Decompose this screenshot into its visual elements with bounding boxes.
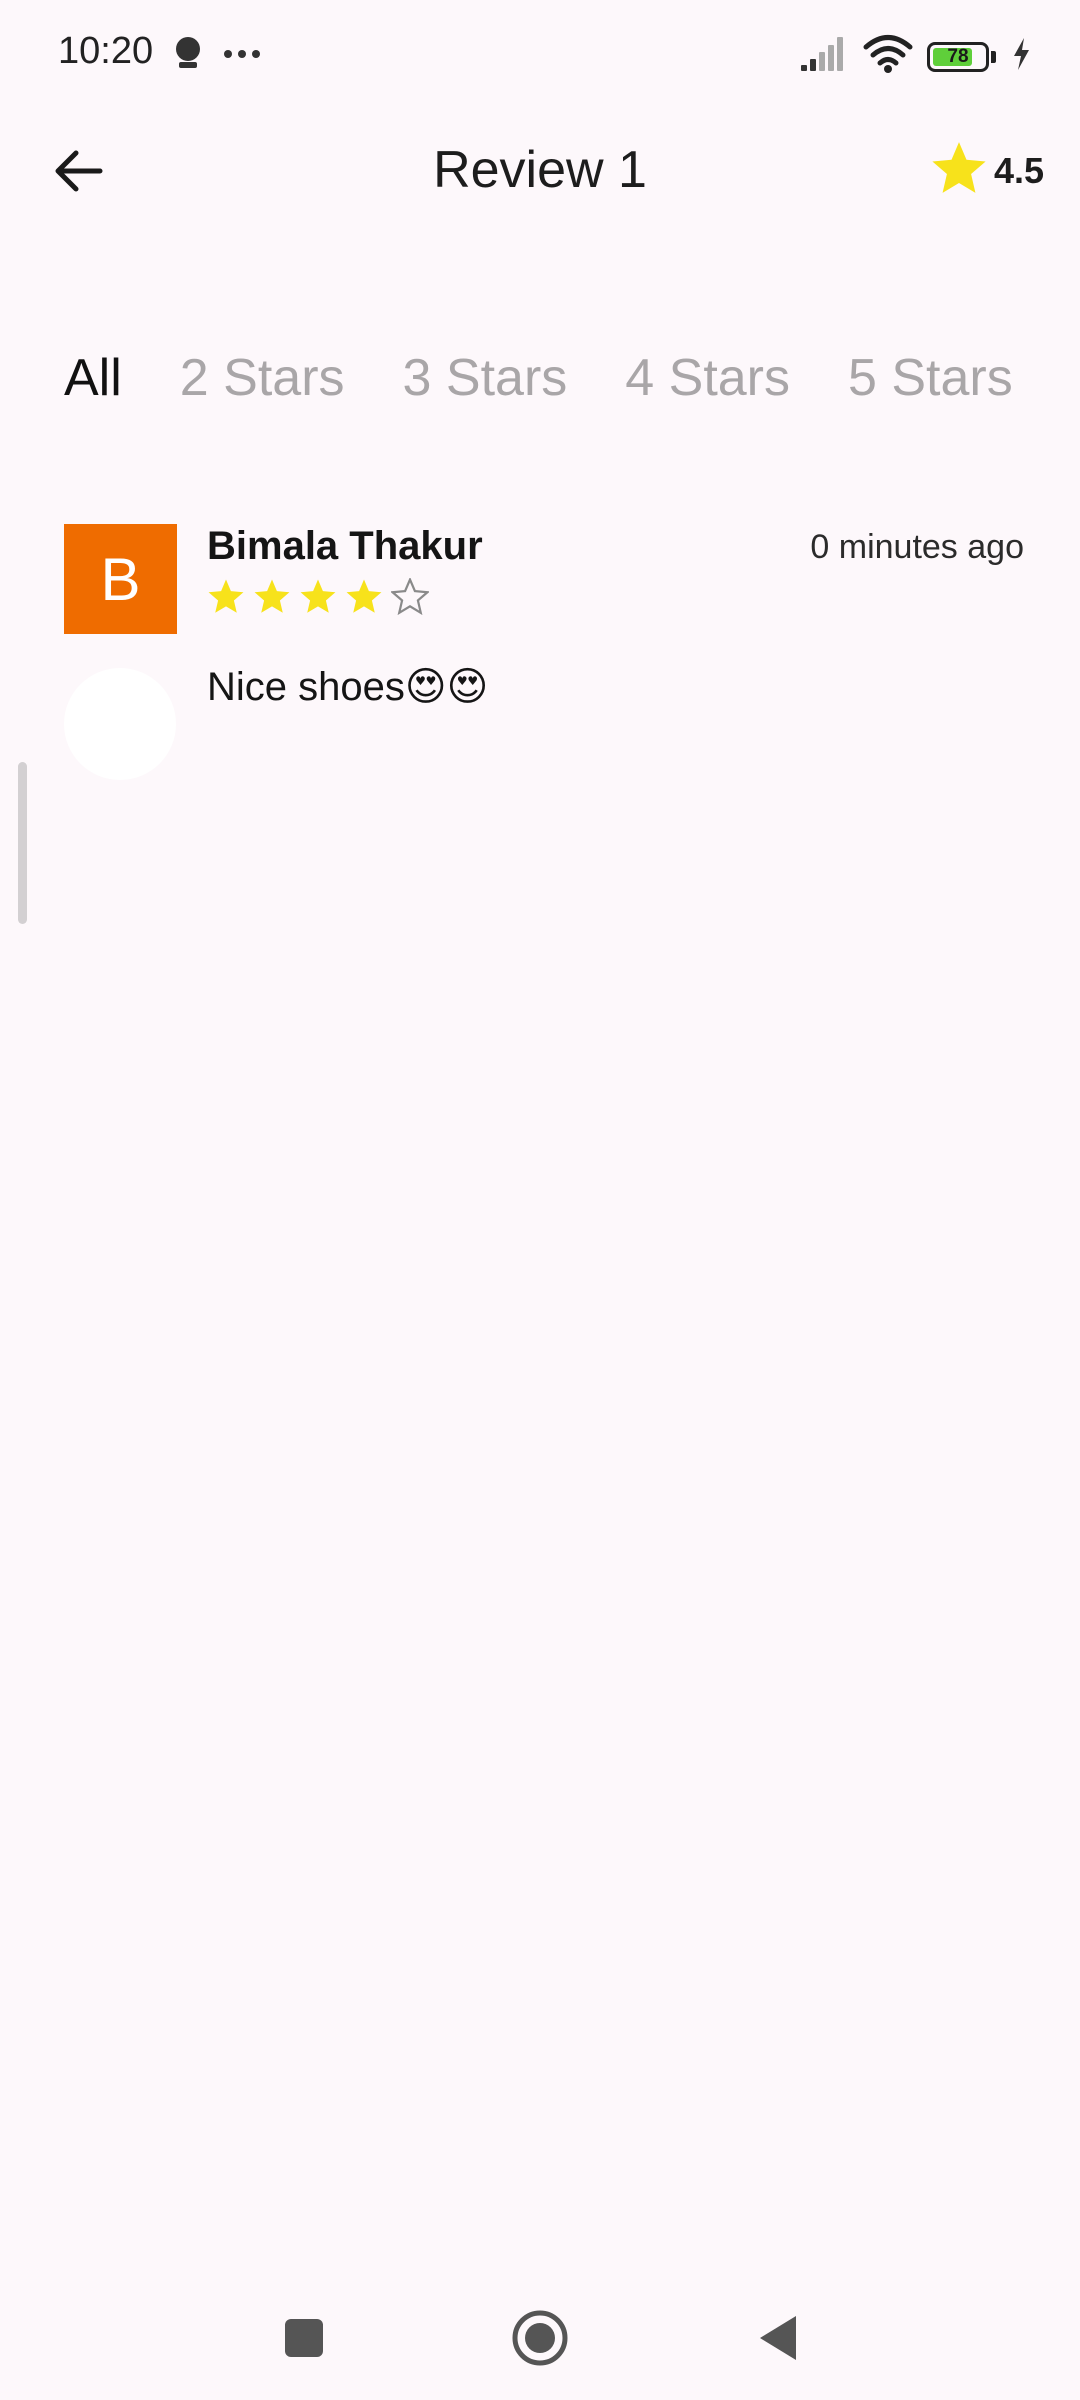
review-stars xyxy=(207,578,429,615)
tab-2-stars[interactable]: 2 Stars xyxy=(180,348,345,408)
circle-icon xyxy=(511,2309,569,2372)
star-filled-icon xyxy=(208,579,244,613)
battery-level: 78 xyxy=(947,45,969,67)
triangle-back-icon xyxy=(756,2314,800,2367)
overall-rating: 4.5 xyxy=(930,140,1044,201)
avatar: B xyxy=(64,524,177,634)
screen: 10:20 78 Review 1 4.5 All 2 Stars 3 Star… xyxy=(0,0,1080,2400)
tab-5-stars[interactable]: 5 Stars xyxy=(848,348,1013,408)
status-bar: 10:20 78 xyxy=(0,0,1080,110)
square-icon xyxy=(284,2318,324,2363)
nav-back-button[interactable] xyxy=(748,2310,808,2370)
page-title: Review 1 xyxy=(433,141,647,199)
home-button[interactable] xyxy=(510,2310,570,2370)
status-time: 10:20 xyxy=(58,30,154,72)
more-notifications-icon xyxy=(222,34,262,79)
charging-icon xyxy=(1010,36,1032,77)
star-filled-icon xyxy=(346,579,382,613)
tab-all[interactable]: All xyxy=(64,348,122,408)
notification-icon xyxy=(170,34,206,79)
star-icon xyxy=(930,140,988,201)
avatar-placeholder xyxy=(64,668,176,780)
review-time: 0 minutes ago xyxy=(810,528,1024,566)
review-text: Nice shoes😍😍 xyxy=(207,665,489,709)
tab-3-stars[interactable]: 3 Stars xyxy=(403,348,568,408)
wifi-icon xyxy=(863,34,913,79)
rating-filter-tabs: All 2 Stars 3 Stars 4 Stars 5 Stars xyxy=(64,348,1013,408)
battery-icon: 78 xyxy=(927,41,989,72)
reviewer-name: Bimala Thakur xyxy=(207,524,483,568)
star-filled-icon xyxy=(300,579,336,613)
rating-value: 4.5 xyxy=(993,149,1044,191)
status-icons: 78 xyxy=(799,34,1032,79)
signal-icon xyxy=(799,35,849,78)
recents-button[interactable] xyxy=(274,2310,334,2370)
scroll-indicator xyxy=(18,762,27,924)
battery-cap xyxy=(991,50,996,63)
star-empty-icon xyxy=(391,578,429,615)
app-bar: Review 1 4.5 xyxy=(0,110,1080,235)
star-filled-icon xyxy=(254,579,290,613)
tab-4-stars[interactable]: 4 Stars xyxy=(625,348,790,408)
system-nav-bar xyxy=(0,2270,1080,2400)
